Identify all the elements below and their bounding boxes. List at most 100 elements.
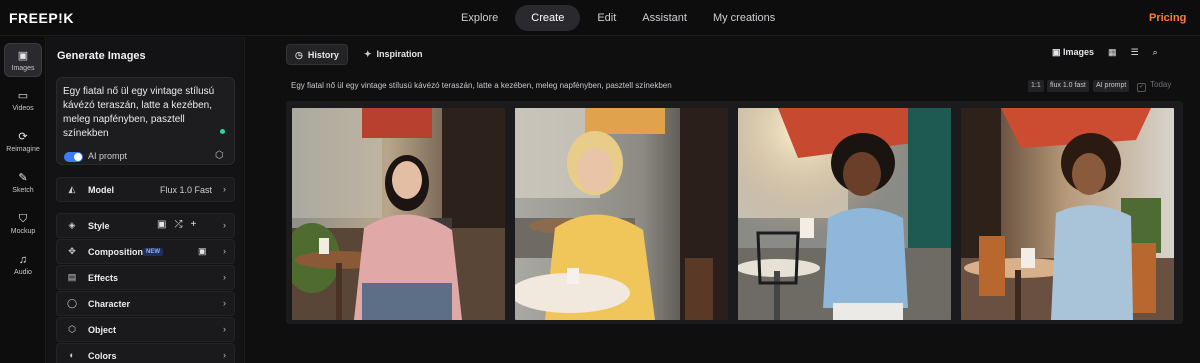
- images-filter-label: Images: [1063, 47, 1095, 57]
- pricing-link[interactable]: Pricing: [1149, 12, 1186, 24]
- history-icon: ◷: [295, 50, 303, 60]
- composition-image-icon[interactable]: ▣: [198, 246, 207, 257]
- tool-rail: ▣ Images ▭ Videos ⟳ Reimagine ✎ Sketch ⛉…: [0, 37, 46, 363]
- ai-prompt-label: AI prompt: [88, 151, 128, 161]
- aspect-badge: 1:1: [1028, 80, 1044, 92]
- cafe-woman-light-blue-dress: [961, 108, 1174, 320]
- nav-edit[interactable]: Edit: [584, 5, 629, 31]
- refresh-icon: ⟳: [18, 131, 28, 143]
- chevron-right-icon: ›: [223, 298, 226, 308]
- generated-image-4[interactable]: [961, 108, 1174, 320]
- grid-icon[interactable]: ▦: [1108, 47, 1117, 58]
- generated-image-3[interactable]: [738, 108, 951, 320]
- nav-create[interactable]: Create: [515, 5, 581, 31]
- character-label: Character: [88, 299, 131, 309]
- chevron-right-icon: ›: [223, 184, 226, 194]
- model-label: Model: [88, 185, 114, 195]
- rail-item-label: Sketch: [12, 187, 34, 194]
- composition-icon: ✥: [68, 246, 76, 256]
- cube-icon[interactable]: ⬡: [215, 150, 224, 161]
- search-icon[interactable]: ⌕: [1153, 47, 1158, 58]
- object-label: Object: [88, 325, 117, 335]
- rail-item-label: Images: [11, 65, 35, 72]
- prompt-input[interactable]: Egy fiatal nő ül egy vintage stílusú káv…: [56, 77, 235, 165]
- rail-item-label: Audio: [14, 269, 32, 276]
- new-badge: NEW: [143, 248, 163, 256]
- add-icon[interactable]: +: [190, 219, 204, 230]
- chevron-right-icon: ›: [223, 272, 226, 282]
- video-icon: ▭: [17, 90, 29, 102]
- composition-row[interactable]: ✥ Composition NEW ▣ ›: [56, 239, 235, 264]
- model-value: Flux 1.0 Fast: [159, 185, 212, 195]
- ai-prompt-badge: AI prompt: [1093, 80, 1130, 92]
- style-image-icon[interactable]: ▣: [157, 219, 174, 230]
- status-dot: [220, 129, 225, 134]
- cube-icon: ⬡: [68, 324, 76, 334]
- images-filter[interactable]: ▣ Images: [1052, 47, 1094, 58]
- rail-item-audio[interactable]: ♫ Audio: [4, 248, 42, 282]
- checkbox[interactable]: ✓: [1137, 83, 1146, 92]
- results-area: ◷ History ✦ Inspiration ▣ Images ▦ ☰ ⌕ Egy…: [246, 37, 1200, 363]
- settings-sliders-icon[interactable]: ☰: [1131, 47, 1139, 58]
- panel-title: Generate Images: [57, 50, 146, 62]
- today-label: Today: [1150, 80, 1172, 89]
- tab-history[interactable]: ◷ History: [286, 44, 348, 65]
- style-label: Style: [88, 221, 110, 231]
- cafe-woman-yellow-blouse: [515, 108, 728, 320]
- model-icon: ◭: [68, 184, 76, 194]
- rail-item-sketch[interactable]: ✎ Sketch: [4, 166, 42, 200]
- main-nav: Explore Create Edit Assistant My creatio…: [448, 5, 788, 31]
- cafe-woman-pink-sweater: [292, 108, 505, 320]
- shuffle-icon[interactable]: ⤮: [174, 219, 190, 230]
- image-icon: ▣: [17, 50, 29, 62]
- composition-label: Composition: [88, 247, 143, 257]
- nav-assistant[interactable]: Assistant: [629, 5, 700, 31]
- nav-explore[interactable]: Explore: [448, 5, 511, 31]
- person-icon: ◯: [66, 298, 78, 308]
- tab-history-label: History: [307, 50, 339, 60]
- chevron-right-icon: ›: [223, 324, 226, 334]
- rail-item-label: Videos: [12, 105, 34, 112]
- palette-icon: ◈: [68, 220, 76, 230]
- effects-icon: ▤: [67, 272, 77, 282]
- chevron-right-icon: ›: [223, 350, 226, 360]
- ai-prompt-toggle[interactable]: [64, 152, 83, 162]
- rail-item-videos[interactable]: ▭ Videos: [4, 84, 42, 118]
- style-row[interactable]: ◈ Style ▣⤮+ ›: [56, 213, 235, 238]
- chevron-right-icon: ›: [223, 220, 226, 230]
- generate-panel: Generate Images Egy fiatal nő ül egy vin…: [47, 37, 245, 363]
- shirt-icon: ⛉: [18, 213, 28, 225]
- effects-label: Effects: [88, 273, 119, 283]
- cafe-woman-blue-shirt: [738, 108, 951, 320]
- nav-my-creations[interactable]: My creations: [700, 5, 788, 31]
- image-icon: ▣: [1052, 47, 1064, 57]
- style-actions[interactable]: ▣⤮+: [157, 219, 204, 230]
- audio-icon: ♫: [18, 254, 28, 266]
- rail-item-reimagine[interactable]: ⟳ Reimagine: [4, 125, 42, 159]
- colors-label: Colors: [88, 351, 117, 361]
- colors-icon: ◐: [69, 350, 75, 360]
- view-tools: ▣ Images ▦ ☰ ⌕: [1052, 47, 1172, 58]
- tab-inspiration-label: Inspiration: [376, 49, 423, 59]
- rail-item-label: Mockup: [10, 228, 36, 235]
- tab-inspiration[interactable]: ✦ Inspiration: [356, 44, 431, 65]
- rail-item-label: Reimagine: [6, 146, 40, 153]
- rail-item-images[interactable]: ▣ Images: [4, 43, 42, 77]
- model-badge: flux 1.0 fast: [1047, 80, 1089, 92]
- sparkle-icon: ✦: [364, 49, 372, 59]
- character-row[interactable]: ◯ Character ›: [56, 291, 235, 316]
- today-filter[interactable]: ✓ Today: [1137, 80, 1171, 92]
- pencil-icon: ✎: [18, 172, 28, 184]
- top-bar: FREEP!K Explore Create Edit Assistant My…: [0, 0, 1200, 36]
- colors-row[interactable]: ◐ Colors ›: [56, 343, 235, 363]
- object-row[interactable]: ⬡ Object ›: [56, 317, 235, 342]
- prompt-text[interactable]: Egy fiatal nő ül egy vintage stílusú káv…: [63, 85, 223, 141]
- freepik-logo[interactable]: FREEP!K: [9, 10, 74, 26]
- generated-image-1[interactable]: [292, 108, 505, 320]
- model-selector[interactable]: ◭ Model Flux 1.0 Fast ›: [56, 177, 235, 202]
- generated-image-2[interactable]: [515, 108, 728, 320]
- effects-row[interactable]: ▤ Effects ›: [56, 265, 235, 290]
- generation-prompt: Egy fiatal nő ül egy vintage stílusú káv…: [291, 81, 672, 90]
- image-gallery: [286, 101, 1183, 324]
- rail-item-mockup[interactable]: ⛉ Mockup: [4, 207, 42, 241]
